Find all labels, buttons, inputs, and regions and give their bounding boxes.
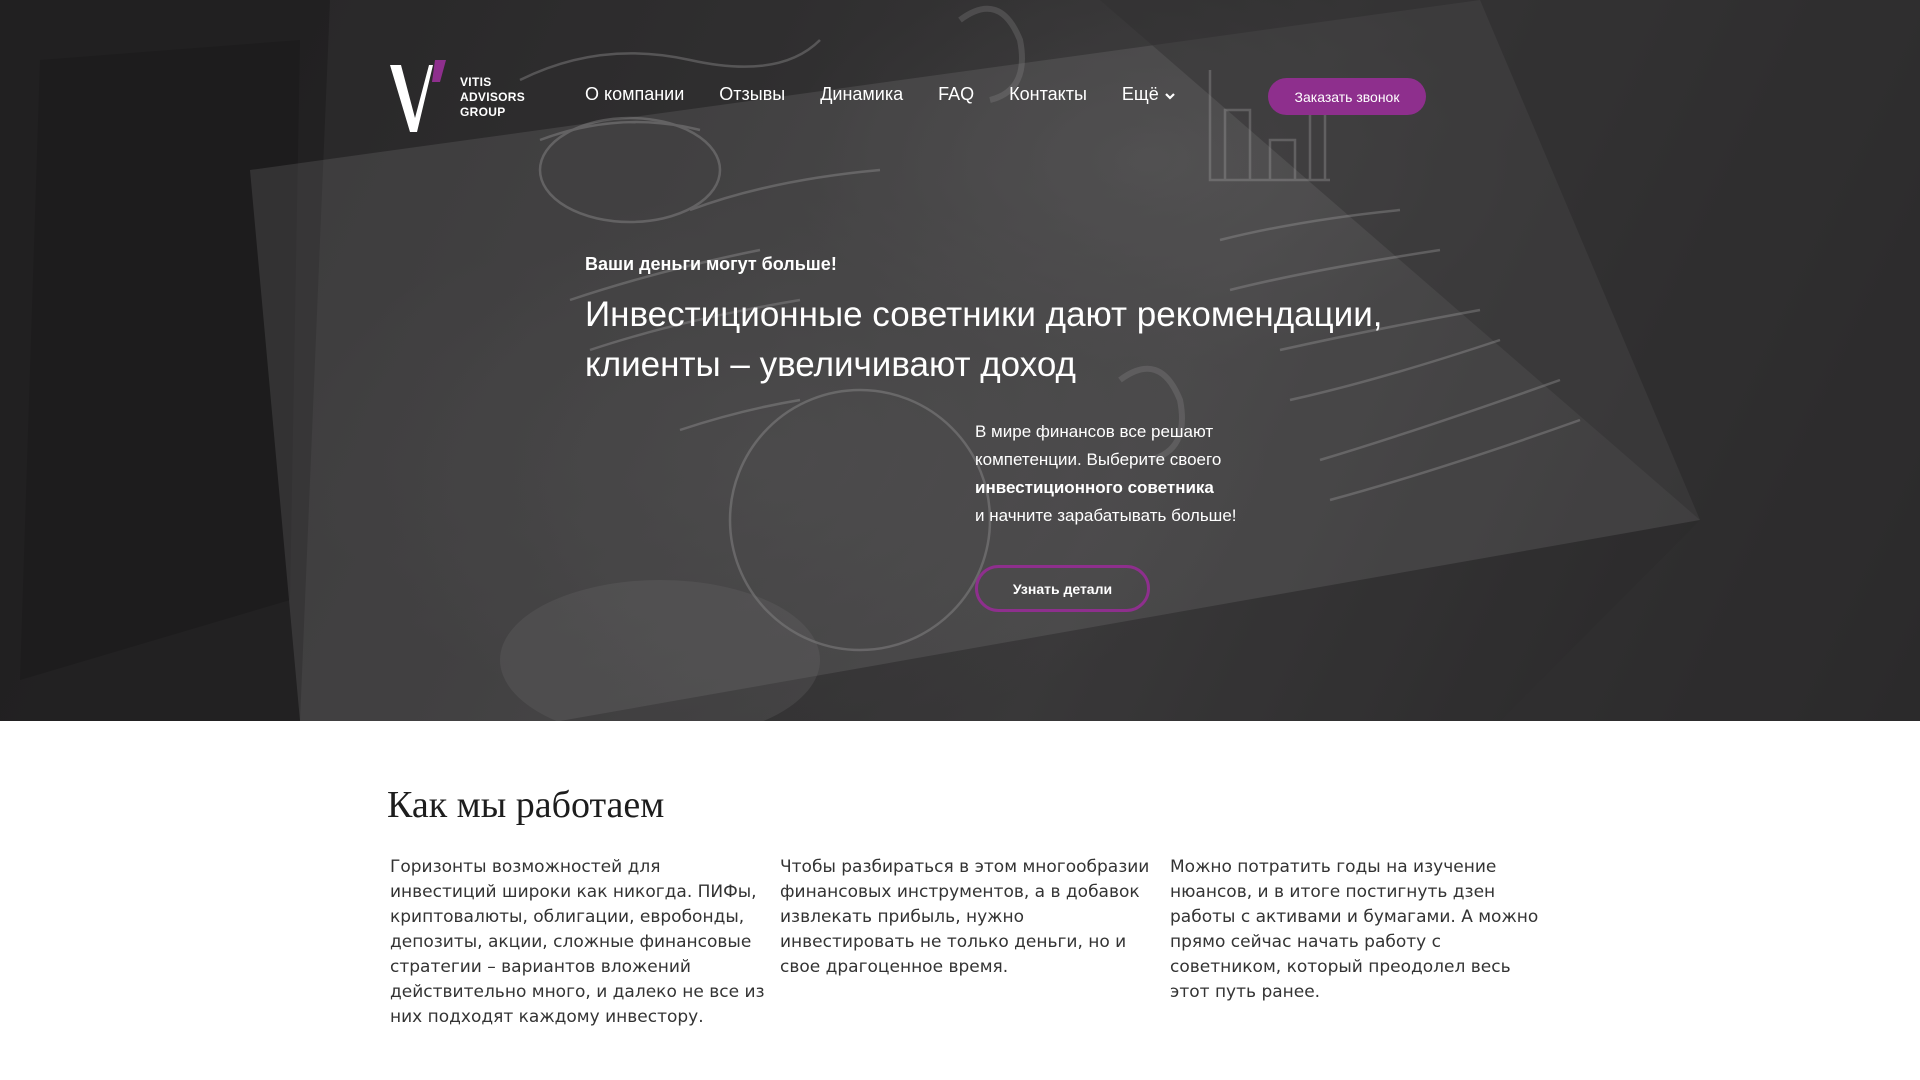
column-1-line: стратегии – вариантов вложений xyxy=(390,957,691,977)
request-call-button[interactable]: Заказать звонок xyxy=(1268,78,1426,115)
hero-description-line-3: инвестиционного советника xyxy=(975,478,1214,497)
column-1-line: Горизонты возможностей для xyxy=(390,857,661,877)
hero-title-line-2: клиенты – увеличивают доход xyxy=(585,345,1076,384)
nav-more-label: Ещё xyxy=(1121,84,1159,104)
column-1-line: депозиты, акции, сложные финансовые xyxy=(390,932,752,952)
how-we-work-column-3: Можно потратить годы на изучение нюансов… xyxy=(1170,855,1539,1030)
hero-description-line-4: и начните зарабатывать больше! xyxy=(975,506,1237,525)
logo-text: VITIS ADVISORS GROUP xyxy=(460,75,525,120)
hero-description: В мире финансов все решают компетенции. … xyxy=(975,418,1315,530)
column-2-line: свое драгоценное время. xyxy=(780,957,1009,977)
logo-mark-icon xyxy=(390,60,446,132)
hero-description-line-1: В мире финансов все решают xyxy=(975,422,1214,441)
nav-item-more[interactable]: Ещё xyxy=(1122,84,1175,105)
logo-line-1: VITIS xyxy=(460,75,492,89)
column-3-line: Можно потратить годы на изучение xyxy=(1170,857,1497,877)
how-we-work-column-2: Чтобы разбираться в этом многообразии фи… xyxy=(780,855,1150,1030)
nav-item-contacts[interactable]: Контакты xyxy=(1009,84,1087,105)
column-3-line: советником, который преодолел весь xyxy=(1170,957,1511,977)
column-3-line: прямо сейчас начать работу с xyxy=(1170,932,1441,952)
chevron-down-icon xyxy=(1164,93,1175,100)
hero-section: VITIS ADVISORS GROUP О компании Отзывы Д… xyxy=(0,0,1920,721)
hero-description-line-2: компетенции. Выберите своего xyxy=(975,450,1222,469)
how-we-work-column-1: Горизонты возможностей для инвестиций ши… xyxy=(390,855,765,1030)
column-1-line: действительно много, и далеко не все из xyxy=(390,982,765,1002)
hero-title: Инвестиционные советники дают рекомендац… xyxy=(585,290,1485,390)
column-1-line: криптовалюты, облигации, евробонды, xyxy=(390,907,745,927)
how-we-work-columns: Горизонты возможностей для инвестиций ши… xyxy=(390,855,1560,1030)
main-nav: О компании Отзывы Динамика FAQ Контакты … xyxy=(585,84,1210,105)
column-3-line: работы с активами и бумагами. А можно xyxy=(1170,907,1539,927)
learn-details-button[interactable]: Узнать детали xyxy=(975,565,1150,612)
how-we-work-title: Как мы работаем xyxy=(387,784,665,826)
column-2-line: инвестировать не только деньги, но и xyxy=(780,932,1127,952)
nav-item-about[interactable]: О компании xyxy=(585,84,684,105)
nav-item-faq[interactable]: FAQ xyxy=(938,84,974,105)
column-3-line: этот путь ранее. xyxy=(1170,982,1321,1002)
column-1-line: инвестиций широки как никогда. ПИФы, xyxy=(390,882,757,902)
logo-line-2: ADVISORS xyxy=(460,90,526,104)
nav-item-dynamics[interactable]: Динамика xyxy=(820,84,903,105)
column-2-line: Чтобы разбираться в этом многообразии xyxy=(780,857,1150,877)
column-2-line: извлекать прибыль, нужно xyxy=(780,907,1025,927)
nav-item-reviews[interactable]: Отзывы xyxy=(719,84,785,105)
hero-tagline: Ваши деньги могут больше! xyxy=(585,254,837,274)
column-2-line: финансовых инструментов, а в добавок xyxy=(780,882,1140,902)
logo[interactable]: VITIS ADVISORS GROUP xyxy=(390,60,525,134)
hero-title-line-1: Инвестиционные советники дают рекомендац… xyxy=(585,295,1383,334)
column-3-line: нюансов, и в итоге постигнуть дзен xyxy=(1170,882,1496,902)
column-1-line: них подходят каждому инвестору. xyxy=(390,1007,704,1027)
logo-line-3: GROUP xyxy=(460,105,506,119)
